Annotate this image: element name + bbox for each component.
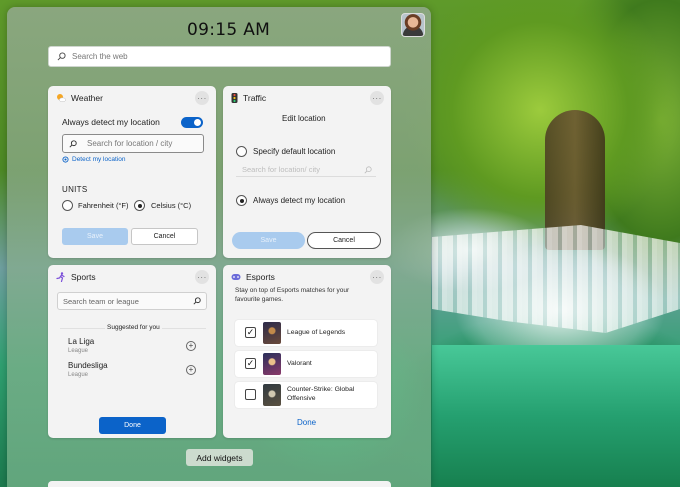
always-detect-radio[interactable] xyxy=(236,195,247,206)
clock-time: 09:15 AM xyxy=(187,20,271,40)
celsius-label: Celsius (°C) xyxy=(151,201,192,210)
always-detect-toggle[interactable] xyxy=(181,117,203,128)
avatar[interactable] xyxy=(401,13,425,37)
esports-description: Stay on top of Esports matches for your … xyxy=(235,287,350,303)
location-target-icon xyxy=(62,156,69,163)
game-controller-icon xyxy=(231,274,241,280)
web-search-input[interactable]: Search the web xyxy=(48,46,391,67)
search-icon xyxy=(193,297,201,305)
city-search-input[interactable]: Search for location / city xyxy=(62,134,204,153)
game-row-valorant[interactable]: ✓ Valorant xyxy=(235,351,377,377)
add-icon[interactable]: + xyxy=(186,341,196,351)
league-name: La Liga xyxy=(68,337,95,346)
sports-title: Sports xyxy=(71,272,96,282)
valorant-checkbox[interactable]: ✓ xyxy=(245,358,256,369)
valorant-thumbnail xyxy=(263,353,281,375)
csgo-thumbnail xyxy=(263,384,281,406)
weather-save-button[interactable]: Save xyxy=(62,228,128,245)
detect-location-link[interactable]: Detect my location xyxy=(62,156,125,163)
weather-title: Weather xyxy=(71,93,103,103)
sun-cloud-icon xyxy=(57,94,66,103)
search-icon xyxy=(364,165,372,173)
fahrenheit-label: Fahrenheit (°F) xyxy=(78,201,129,210)
game-name: Counter-Strike: Global Offensive xyxy=(287,386,355,402)
traffic-title: Traffic xyxy=(243,93,267,103)
search-icon xyxy=(57,52,66,61)
units-heading: UNITS xyxy=(62,185,88,194)
fahrenheit-radio[interactable] xyxy=(62,200,73,211)
wallpaper-pool xyxy=(432,345,680,487)
esports-more-button[interactable]: ··· xyxy=(370,270,384,284)
lol-thumbnail xyxy=(263,322,281,344)
lol-checkbox[interactable]: ✓ xyxy=(245,327,256,338)
traffic-light-icon xyxy=(231,93,238,103)
traffic-save-button[interactable]: Save xyxy=(232,232,305,249)
add-widgets-button[interactable]: Add widgets xyxy=(186,449,253,466)
list-item[interactable]: Bundesliga League + xyxy=(68,361,198,381)
suggested-heading: Suggested for you xyxy=(105,324,162,331)
csgo-checkbox[interactable] xyxy=(245,389,256,400)
traffic-location-input[interactable]: Search for location/ city xyxy=(236,163,376,177)
league-type: League xyxy=(68,372,89,378)
default-location-label: Specify default location xyxy=(253,147,336,156)
search-icon xyxy=(69,139,77,148)
esports-done-link[interactable]: Done xyxy=(297,418,316,427)
always-detect-label: Always detect my location xyxy=(62,117,160,127)
sports-more-button[interactable]: ··· xyxy=(195,270,209,284)
add-icon[interactable]: + xyxy=(186,365,196,375)
team-search-input[interactable]: Search team or league xyxy=(57,292,207,310)
traffic-cancel-button[interactable]: Cancel xyxy=(307,232,381,249)
default-location-radio[interactable] xyxy=(236,146,247,157)
sports-done-button[interactable]: Done xyxy=(99,417,166,434)
edit-location-heading: Edit location xyxy=(282,114,326,123)
search-placeholder: Search the web xyxy=(72,52,128,61)
game-row-csgo[interactable]: Counter-Strike: Global Offensive xyxy=(235,382,377,408)
game-name: League of Legends xyxy=(287,329,346,336)
running-person-icon xyxy=(56,272,65,282)
league-type: League xyxy=(68,348,89,354)
weather-more-button[interactable]: ··· xyxy=(195,91,209,105)
league-name: Bundesliga xyxy=(68,361,108,370)
weather-cancel-button[interactable]: Cancel xyxy=(131,228,198,245)
always-detect-radio-label: Always detect my location xyxy=(253,196,346,205)
celsius-radio[interactable] xyxy=(134,200,145,211)
game-name: Valorant xyxy=(287,360,312,367)
next-widget-edge xyxy=(48,481,391,487)
list-item[interactable]: La Liga League + xyxy=(68,337,198,357)
traffic-more-button[interactable]: ··· xyxy=(370,91,384,105)
game-row-lol[interactable]: ✓ League of Legends xyxy=(235,320,377,346)
esports-title: Esports xyxy=(246,272,275,282)
